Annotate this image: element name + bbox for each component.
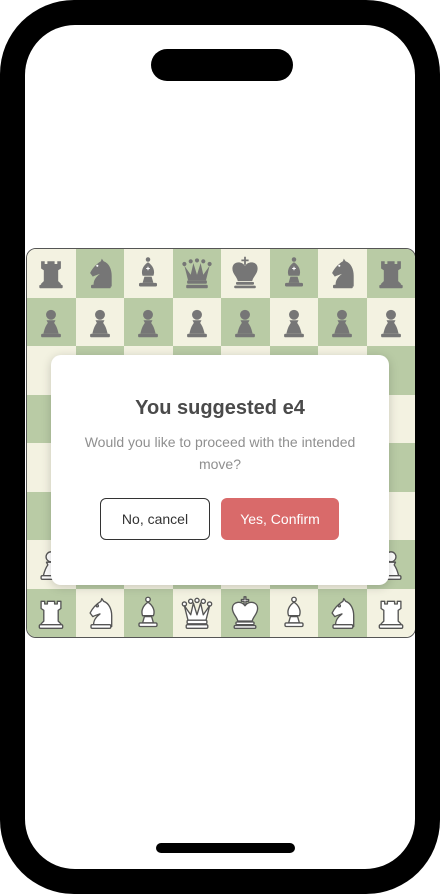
suggestion-dialog: You suggested e4 Would you like to proce… [51, 355, 389, 585]
white-bishop-icon[interactable] [130, 595, 166, 631]
board-square[interactable] [221, 297, 270, 346]
board-square[interactable] [221, 249, 270, 298]
board-square[interactable] [269, 297, 318, 346]
board-square[interactable] [366, 297, 415, 346]
black-rook-icon[interactable] [33, 255, 69, 291]
white-king-icon[interactable] [227, 595, 263, 631]
black-pawn-icon[interactable] [179, 304, 215, 340]
phone-frame: You suggested e4 Would you like to proce… [0, 0, 440, 894]
white-queen-icon[interactable] [179, 595, 215, 631]
black-knight-icon[interactable] [324, 255, 360, 291]
black-bishop-icon[interactable] [130, 255, 166, 291]
board-square[interactable] [27, 297, 76, 346]
black-pawn-icon[interactable] [276, 304, 312, 340]
black-pawn-icon[interactable] [33, 304, 69, 340]
black-knight-icon[interactable] [82, 255, 118, 291]
black-pawn-icon[interactable] [227, 304, 263, 340]
board-square[interactable] [269, 249, 318, 298]
board-square[interactable] [221, 588, 270, 637]
home-indicator [156, 843, 295, 853]
board-square[interactable] [366, 588, 415, 637]
board-square[interactable] [124, 588, 173, 637]
board-square[interactable] [366, 249, 415, 298]
dialog-title: You suggested e4 [135, 397, 305, 419]
black-pawn-icon[interactable] [82, 304, 118, 340]
cancel-button[interactable]: No, cancel [100, 498, 210, 540]
confirm-button[interactable]: Yes, Confirm [221, 498, 339, 540]
black-king-icon[interactable] [227, 255, 263, 291]
board-square[interactable] [318, 249, 367, 298]
white-rook-icon[interactable] [33, 595, 69, 631]
board-square[interactable] [318, 297, 367, 346]
white-knight-icon[interactable] [324, 595, 360, 631]
board-square[interactable] [124, 297, 173, 346]
board-square[interactable] [318, 588, 367, 637]
board-square[interactable] [172, 588, 221, 637]
black-queen-icon[interactable] [179, 255, 215, 291]
board-square[interactable] [172, 249, 221, 298]
dynamic-island [151, 49, 293, 81]
white-bishop-icon[interactable] [276, 595, 312, 631]
board-square[interactable] [124, 249, 173, 298]
board-square[interactable] [269, 588, 318, 637]
black-bishop-icon[interactable] [276, 255, 312, 291]
board-square[interactable] [75, 297, 124, 346]
white-knight-icon[interactable] [82, 595, 118, 631]
board-square[interactable] [75, 588, 124, 637]
white-rook-icon[interactable] [373, 595, 409, 631]
black-pawn-icon[interactable] [130, 304, 166, 340]
board-square[interactable] [27, 249, 76, 298]
board-square[interactable] [75, 249, 124, 298]
board-square[interactable] [27, 588, 76, 637]
dialog-message: Would you like to proceed with the inten… [84, 434, 356, 472]
black-pawn-icon[interactable] [324, 304, 360, 340]
black-pawn-icon[interactable] [373, 304, 409, 340]
black-rook-icon[interactable] [373, 255, 409, 291]
phone-screen: You suggested e4 Would you like to proce… [25, 25, 415, 869]
board-square[interactable] [172, 297, 221, 346]
